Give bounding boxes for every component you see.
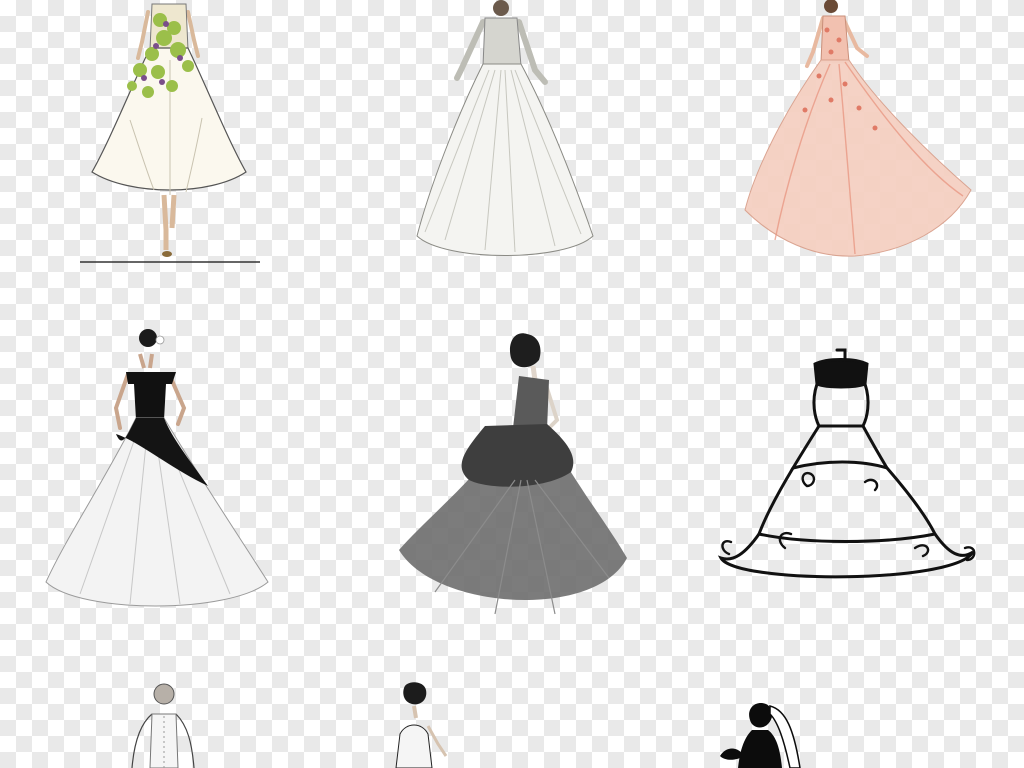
line-art-dress-form-illustration <box>715 348 980 603</box>
bride-veil-silhouette <box>716 700 808 768</box>
grey-feather-ballgown-illustration <box>395 330 630 625</box>
floral-ivory-gown-illustration <box>70 0 270 270</box>
short-hair-bride-sketch <box>392 682 462 768</box>
blush-tulle-gown-illustration <box>735 0 975 265</box>
back-view-bride-sketch <box>128 683 198 768</box>
black-white-offshoulder-gown-illustration <box>40 328 275 618</box>
lace-sleeve-ballgown-illustration <box>405 0 605 270</box>
